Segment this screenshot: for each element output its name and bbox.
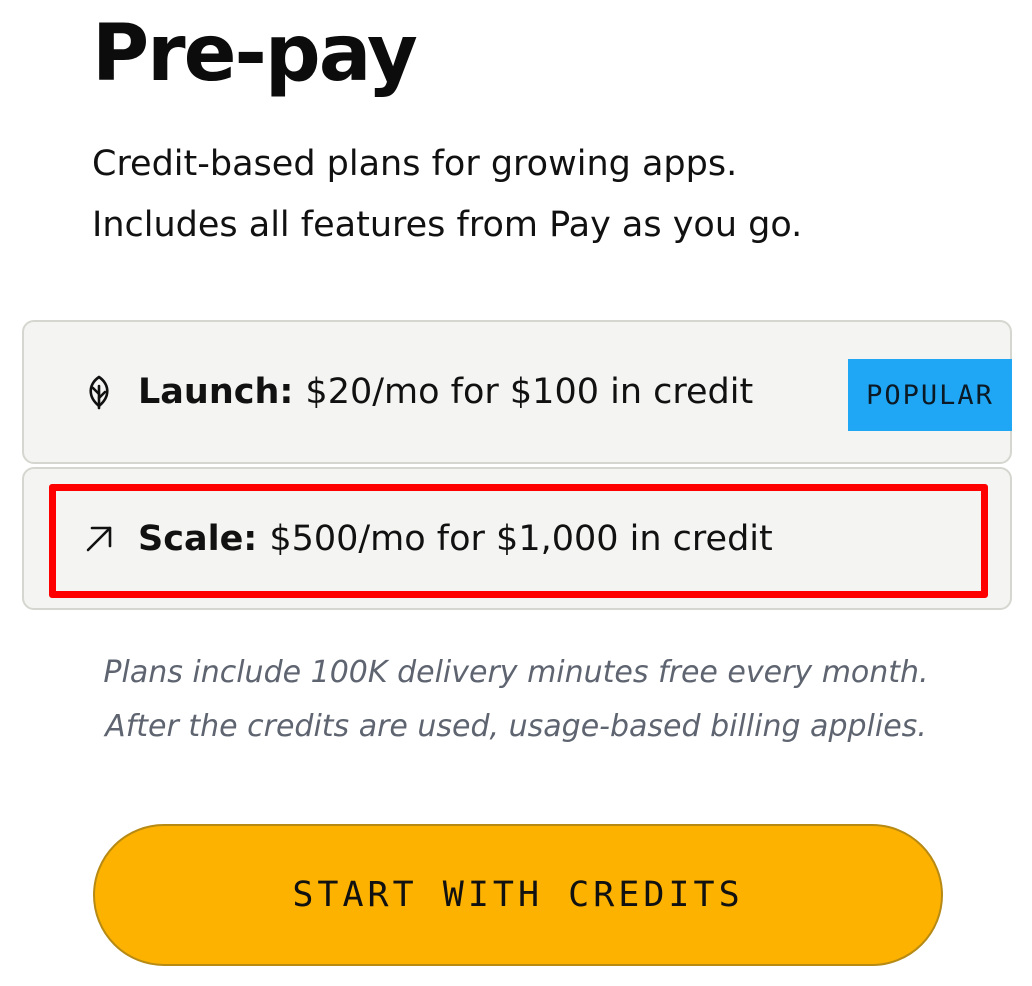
- arrow-up-right-icon: [80, 520, 118, 558]
- plan-description: $20/mo for $100 in credit: [305, 372, 754, 412]
- note-line: Plans include 100K delivery minutes free…: [103, 655, 929, 690]
- plan-name: Launch:: [138, 372, 294, 412]
- note-line: After the credits are used, usage-based …: [105, 709, 927, 744]
- leaf-icon: [80, 373, 118, 411]
- start-with-credits-button[interactable]: START WITH CREDITS: [93, 824, 943, 966]
- popular-badge: POPULAR: [848, 359, 1012, 431]
- subtitle-line: Credit-based plans for growing apps.: [92, 144, 738, 184]
- plan-option-launch[interactable]: Launch: $20/mo for $100 in credit POPULA…: [22, 320, 1012, 464]
- plan-row: Scale: $500/mo for $1,000 in credit: [80, 519, 773, 559]
- plans-note: Plans include 100K delivery minutes free…: [0, 646, 1032, 754]
- plan-option-scale[interactable]: Scale: $500/mo for $1,000 in credit: [22, 467, 1012, 610]
- page-title: Pre-pay: [92, 9, 418, 99]
- subtitle-line: Includes all features from Pay as you go…: [92, 205, 803, 245]
- page-subtitle: Credit-based plans for growing apps. Inc…: [92, 134, 802, 256]
- plan-description: $500/mo for $1,000 in credit: [269, 519, 773, 559]
- plan-name: Scale:: [138, 519, 258, 559]
- plan-row: Launch: $20/mo for $100 in credit: [80, 372, 753, 412]
